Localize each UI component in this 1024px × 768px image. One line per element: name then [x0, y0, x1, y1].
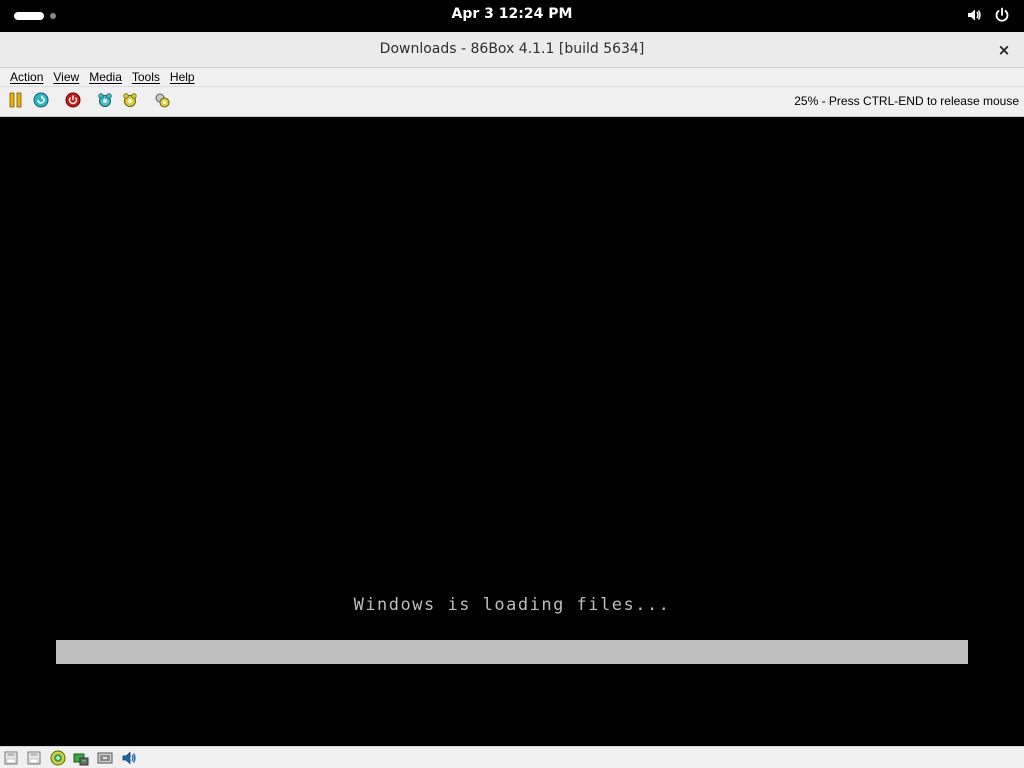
floppy-a-icon[interactable] — [3, 750, 19, 766]
menu-help[interactable]: Help — [166, 70, 199, 84]
mouse-capture-status: 25% - Press CTRL-END to release mouse — [794, 94, 1019, 108]
power-off-icon — [65, 92, 81, 112]
menu-tools[interactable]: Tools — [128, 70, 164, 84]
emulator-screen[interactable]: Windows is loading files... — [0, 118, 1024, 746]
system-tray[interactable] — [966, 7, 1010, 23]
volume-icon[interactable] — [966, 7, 982, 23]
close-button[interactable]: × — [994, 40, 1014, 60]
power-off-button[interactable] — [64, 92, 82, 112]
power-icon[interactable] — [994, 7, 1010, 23]
pause-icon — [9, 92, 23, 112]
reset-icon — [33, 92, 49, 112]
ctrl-alt-del-button[interactable] — [96, 93, 114, 111]
status-bar — [0, 746, 1024, 768]
system-top-bar: Apr 3 12:24 PM — [0, 0, 1024, 32]
menu-action[interactable]: Action — [6, 70, 47, 84]
window-title: Downloads - 86Box 4.1.1 [build 5634] — [379, 41, 645, 57]
settings-button[interactable] — [153, 93, 171, 111]
menu-bar: Action View Media Tools Help — [0, 68, 1024, 87]
menu-view[interactable]: View — [49, 70, 83, 84]
toolbar: 25% - Press CTRL-END to release mouse — [0, 87, 1024, 117]
loading-progress-bar — [56, 640, 968, 664]
ctrl-alt-del-icon — [97, 92, 113, 112]
cdrom-icon[interactable] — [50, 750, 66, 766]
pause-button[interactable] — [7, 92, 25, 112]
ctrl-alt-esc-button[interactable] — [121, 93, 139, 111]
hard-disk-icon[interactable] — [73, 750, 89, 766]
loading-message: Windows is loading files... — [353, 595, 671, 615]
window-title-bar[interactable]: Downloads - 86Box 4.1.1 [build 5634] × — [0, 32, 1024, 68]
loading-progress-fill — [56, 640, 968, 664]
settings-icon — [154, 92, 170, 112]
floppy-b-icon[interactable] — [26, 750, 42, 766]
reset-button[interactable] — [32, 92, 50, 112]
ctrl-alt-esc-icon — [122, 92, 138, 112]
sound-icon[interactable] — [121, 750, 137, 766]
clock[interactable]: Apr 3 12:24 PM — [0, 6, 1024, 22]
menu-media[interactable]: Media — [85, 70, 126, 84]
network-icon[interactable] — [97, 750, 113, 766]
